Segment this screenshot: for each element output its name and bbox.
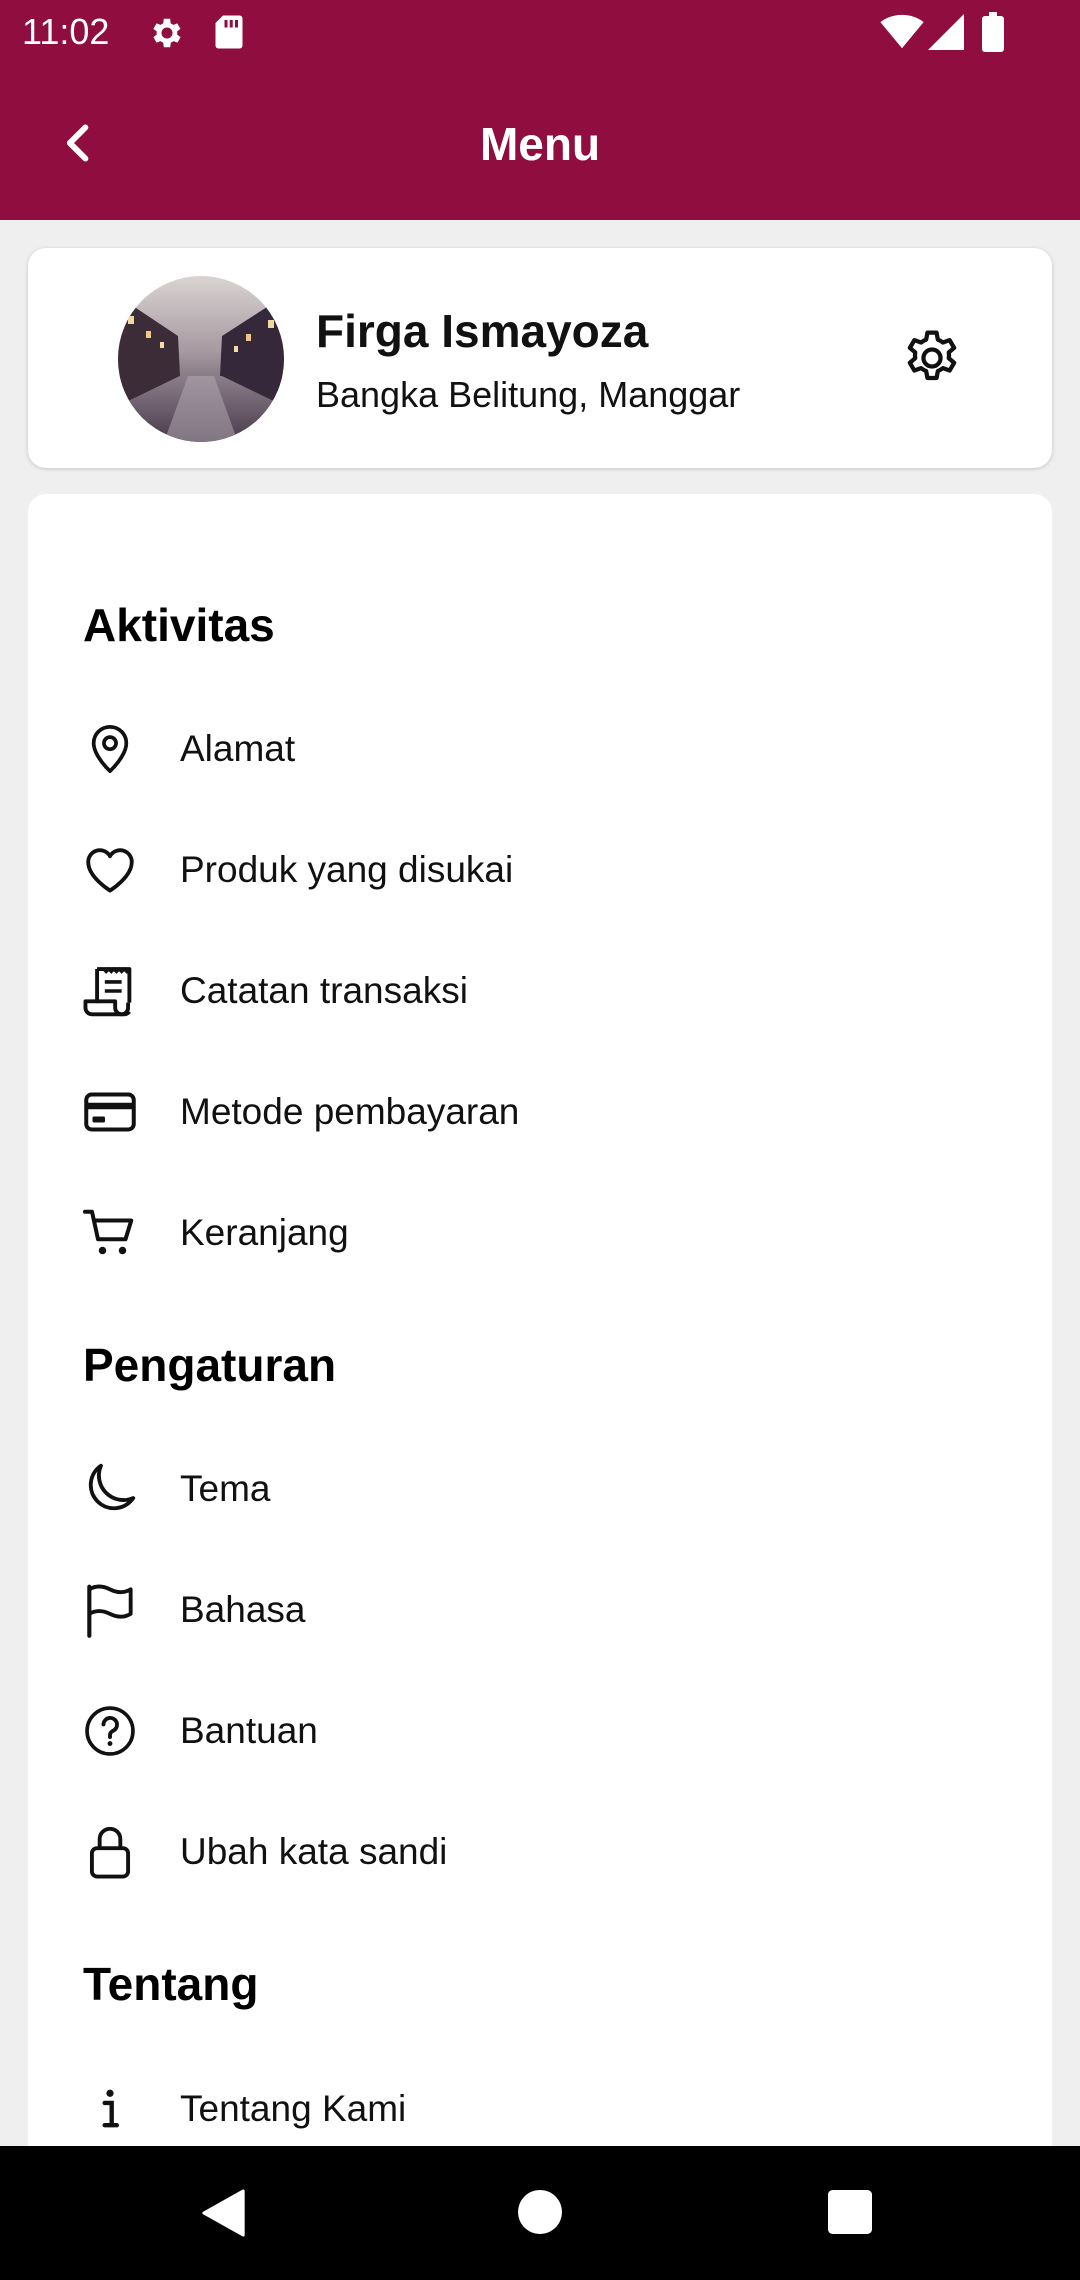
info-icon <box>78 2077 142 2141</box>
menu-label: Bantuan <box>180 1710 318 1751</box>
settings-button[interactable] <box>894 320 970 396</box>
section-title-pengaturan: Pengaturan <box>83 1339 337 1391</box>
signal-icon <box>928 14 964 50</box>
back-button[interactable] <box>44 108 114 178</box>
settings-icon <box>153 18 181 48</box>
credit-card-icon <box>78 1080 142 1144</box>
menu-label: Alamat <box>180 728 296 769</box>
avatar <box>118 276 284 442</box>
menu-label: Tema <box>180 1468 271 1509</box>
menu-item-tema[interactable]: Tema <box>28 1434 1052 1544</box>
menu-item-bantuan[interactable]: Bantuan <box>28 1676 1052 1786</box>
wifi-icon <box>880 14 924 49</box>
menu-item-bahasa[interactable]: Bahasa <box>28 1555 1052 1665</box>
lock-icon <box>78 1820 142 1884</box>
page-title: Menu <box>479 118 601 170</box>
menu-label: Ubah kata sandi <box>180 1831 448 1872</box>
menu-item-metode-pembayaran[interactable]: Metode pembayaran <box>28 1057 1052 1167</box>
menu-label: Keranjang <box>180 1212 349 1253</box>
profile-location: Bangka Belitung, Manggar <box>316 374 741 415</box>
system-nav-bar <box>0 2146 1080 2280</box>
profile-name: Firga Ismayoza <box>316 305 649 357</box>
menu-label: Bahasa <box>180 1589 306 1630</box>
status-time: 11:02 <box>22 11 110 52</box>
status-bar: 11:02 <box>0 0 1080 64</box>
menu-label: Metode pembayaran <box>180 1091 520 1132</box>
menu-item-ubah-kata-sandi[interactable]: Ubah kata sandi <box>28 1797 1052 1907</box>
menu-item-alamat[interactable]: Alamat <box>28 694 1052 804</box>
nav-back-icon[interactable] <box>200 2188 248 2238</box>
gear-icon <box>907 330 957 381</box>
app-bar: Menu <box>0 64 1080 220</box>
sd-card-icon <box>215 15 243 49</box>
cart-icon <box>78 1201 142 1265</box>
help-circle-icon <box>78 1699 142 1763</box>
menu-card: Aktivitas Alamat Produk yang disukai Cat… <box>28 494 1052 2280</box>
menu-item-keranjang[interactable]: Keranjang <box>28 1178 1052 1288</box>
menu-label: Catatan transaksi <box>180 970 468 1011</box>
location-pin-icon <box>78 717 142 781</box>
menu-item-produk-disukai[interactable]: Produk yang disukai <box>28 815 1052 925</box>
section-title-tentang: Tentang <box>83 1958 259 2010</box>
battery-icon <box>982 12 1004 52</box>
section-title-aktivitas: Aktivitas <box>83 599 275 651</box>
flag-icon <box>78 1578 142 1642</box>
nav-home-icon[interactable] <box>518 2190 562 2234</box>
menu-item-catatan-transaksi[interactable]: Catatan transaksi <box>28 936 1052 1046</box>
menu-label: Produk yang disukai <box>180 849 514 890</box>
moon-icon <box>78 1457 142 1521</box>
profile-card[interactable]: Firga Ismayoza Bangka Belitung, Manggar <box>28 248 1052 468</box>
menu-screen: 11:02 Menu Firga Ismayoza Bangka Belitun… <box>0 0 1080 2280</box>
receipt-icon <box>78 959 142 1023</box>
chevron-left-icon <box>66 124 89 162</box>
nav-recent-apps-icon[interactable] <box>828 2190 872 2234</box>
heart-icon <box>78 838 142 902</box>
